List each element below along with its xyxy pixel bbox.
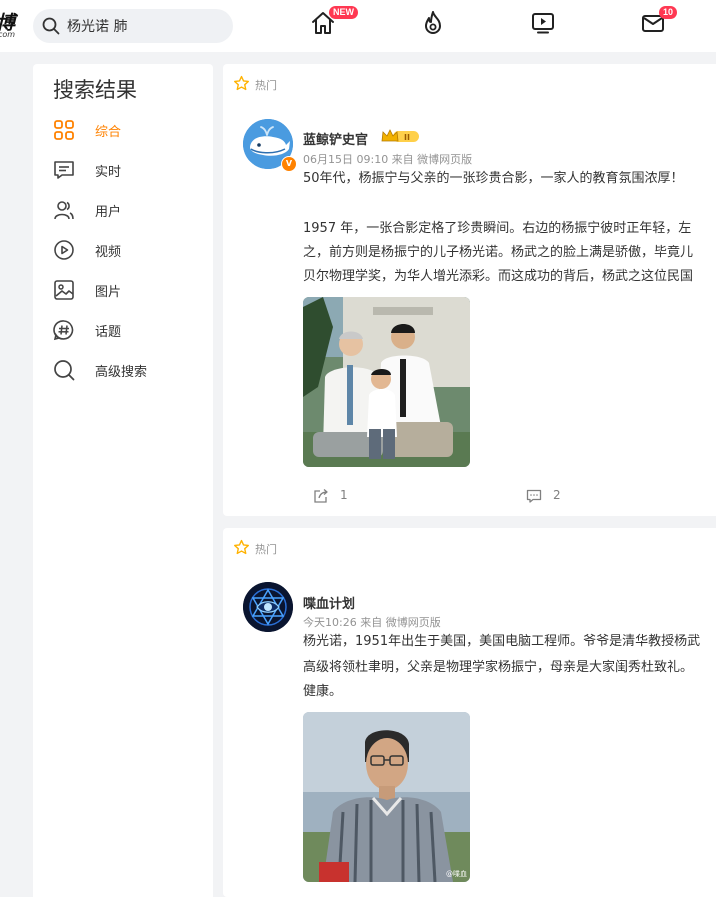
verified-badge-icon: V — [281, 156, 297, 172]
post-line-1: 杨光诺，1951年出生于美国，美国电脑工程师。爷爷是清华教授杨武 — [303, 634, 701, 649]
portrait-photo — [303, 712, 470, 882]
post-line-4: 贝尔物理学奖，为华人增光添彩。而这成功的背后，杨武之这位民国 — [303, 269, 694, 284]
sidebar-item-label: 话题 — [95, 325, 122, 340]
search-icon[interactable] — [42, 17, 60, 35]
crown-level-icon: II — [381, 129, 419, 142]
message-count-badge: 10 — [659, 6, 678, 19]
post-image[interactable]: @喋血 — [303, 712, 470, 882]
star-icon — [234, 75, 249, 91]
user-icon — [54, 201, 74, 220]
sidebar-item-advanced-search[interactable]: 高级搜索 — [53, 359, 203, 383]
post-author[interactable]: 喋血计划 — [303, 593, 355, 612]
image-watermark: @喋血 — [446, 870, 467, 878]
sidebar-item-topics[interactable]: 话题 — [53, 319, 203, 343]
comment-count: 2 — [553, 488, 561, 502]
new-badge: NEW — [329, 6, 358, 19]
sidebar-item-images[interactable]: 图片 — [53, 279, 203, 303]
post-image[interactable] — [303, 297, 470, 467]
sidebar-item-video[interactable]: 视频 — [53, 239, 203, 263]
sidebar-item-label: 用户 — [95, 205, 122, 220]
family-photo — [303, 297, 470, 467]
hot-icon — [425, 11, 441, 34]
post-line-2: 高级将领杜聿明，父亲是物理学家杨振宁，母亲是大家闺秀杜致礼。 — [303, 660, 694, 675]
post-line-3: 健康。 — [303, 684, 343, 699]
weibo-logo[interactable]: 博 com — [0, 6, 22, 40]
hot-text: 热门 — [255, 543, 277, 556]
sidebar-item-label: 视频 — [95, 245, 122, 260]
star-icon — [234, 539, 249, 555]
hot-text: 热门 — [255, 79, 277, 92]
avatar[interactable] — [243, 582, 293, 632]
sidebar-item-label: 综合 — [95, 125, 122, 140]
sidebar-item-label: 高级搜索 — [95, 365, 148, 380]
sidebar-item-label: 实时 — [95, 165, 122, 180]
sidebar-item-all[interactable]: 综合 — [53, 119, 203, 143]
video-icon — [532, 13, 554, 34]
hashtag-icon — [53, 320, 74, 341]
eye-emblem-avatar-icon — [243, 582, 293, 632]
search-icon — [54, 360, 75, 381]
sidebar-item-users[interactable]: 用户 — [53, 199, 203, 223]
chat-icon — [54, 161, 74, 179]
nav-video[interactable] — [530, 10, 556, 36]
post-line-3: 之，前方则是杨振宁的儿子杨光诺。杨武之的脸上满是骄傲，毕竟儿 — [303, 245, 694, 260]
grid-icon — [54, 120, 74, 140]
comment-icon — [526, 489, 542, 503]
post-author[interactable]: 蓝鲸铲史官 — [303, 129, 368, 148]
author-name: 蓝鲸铲史官 — [303, 133, 369, 148]
post-line-1: 50年代，杨振宁与父亲的一张珍贵合影，一家人的教育氛围浓厚！ — [303, 171, 684, 186]
feed-card: 热门 喋血计划 今天10:26 来自 微博网页版 杨光诺，1951年出生于美国，… — [223, 528, 716, 897]
sidebar-item-realtime[interactable]: 实时 — [53, 159, 203, 183]
repost-count: 1 — [340, 488, 348, 502]
image-icon — [54, 280, 74, 300]
feed-card: 热门 V 蓝鲸铲史官 II 06月15日 09:10 来自 微博网页版 50年代… — [223, 64, 716, 516]
play-icon — [54, 240, 74, 260]
share-icon — [314, 489, 328, 503]
author-name: 喋血计划 — [303, 597, 356, 612]
search-input[interactable] — [67, 16, 217, 36]
top-bar: 博 com NEW 10 — [0, 0, 716, 52]
search-filter-sidebar: 搜索结果 综合 实时 用户 视频 图片 话题 高级搜索 — [33, 64, 213, 897]
sidebar-item-label: 图片 — [95, 285, 122, 300]
post-line-2: 1957 年，一张合影定格了珍贵瞬间。右边的杨振宁彼时正年轻，左 — [303, 221, 692, 236]
nav-hot[interactable] — [420, 10, 446, 36]
nav-messages[interactable]: 10 — [640, 6, 678, 36]
post-meta: 06月15日 09:10 来自 微博网页版 — [303, 153, 473, 166]
nav-home[interactable]: NEW — [310, 6, 358, 36]
post-meta: 今天10:26 来自 微博网页版 — [303, 616, 441, 629]
logo-subtext: com — [0, 30, 16, 39]
sidebar-title: 搜索结果 — [53, 78, 137, 102]
svg-text:II: II — [404, 133, 410, 142]
search-box[interactable] — [33, 9, 233, 43]
